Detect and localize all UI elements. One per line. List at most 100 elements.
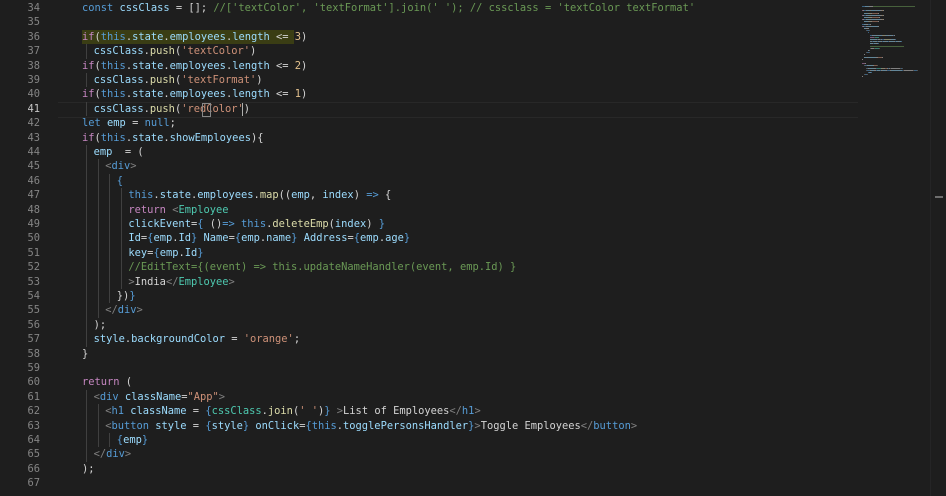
line-number: 44 — [27, 146, 40, 158]
code-token: Employee — [178, 275, 229, 288]
code-token: deleteEmp — [272, 218, 329, 230]
code-line[interactable]: ); — [94, 318, 107, 332]
line-number: 36 — [27, 30, 40, 43]
code-line[interactable]: Id={emp.Id} Name={emp.name} Address={emp… — [128, 231, 410, 245]
code-line[interactable]: <div className="App"> — [94, 390, 225, 404]
code-token: > — [228, 275, 235, 288]
minimap-token — [868, 32, 869, 34]
line-number: 67 — [27, 477, 40, 490]
indent-guide — [97, 188, 99, 203]
code-token: <= — [269, 30, 295, 43]
minimap-token — [862, 76, 863, 78]
code-line[interactable]: if(this.state.employees.length <= 3) — [82, 30, 307, 44]
indent-guide — [97, 202, 99, 217]
minimap-token — [869, 30, 870, 32]
indent-guide — [86, 217, 87, 232]
code-editor[interactable]: 34 35 36 37 38 39 40 41 42 43 44 45 46 47 48 49 50 51 52 53… — [0, 0, 946, 496]
code-token: length — [232, 88, 270, 101]
code-line[interactable]: })} — [117, 289, 136, 303]
code-line[interactable]: return ( — [82, 375, 132, 389]
indent-guide — [120, 188, 122, 203]
code-token: cssClass — [211, 405, 262, 418]
indent-guide — [109, 217, 111, 232]
indent-guide — [109, 188, 111, 203]
minimap-token — [866, 28, 869, 29]
indent-guide — [86, 332, 87, 347]
code-line[interactable]: this.state.employees.map((emp, index) =>… — [128, 188, 391, 202]
line-number: 45 — [27, 160, 40, 173]
indent-guide — [109, 274, 111, 289]
code-line[interactable]: let emp = null; — [82, 116, 176, 130]
indent-guide — [120, 231, 122, 246]
line-number: 57 — [27, 333, 40, 346]
minimap[interactable] — [858, 0, 928, 496]
line-number: 66 — [27, 462, 40, 475]
minimap-token — [871, 25, 878, 27]
code-token: emp — [159, 246, 179, 259]
minimap-token — [894, 34, 895, 36]
indent-guide — [109, 433, 111, 448]
line-number: 38 — [27, 59, 40, 72]
indent-guide — [86, 73, 87, 88]
code-line[interactable]: } — [82, 347, 88, 361]
code-token: if — [82, 30, 95, 43]
code-token: 'redColor' — [181, 102, 244, 115]
code-line[interactable]: cssClass.push('textColor') — [94, 44, 257, 58]
code-token: div — [99, 390, 119, 403]
vertical-scrollbar[interactable] — [930, 0, 946, 496]
code-token: ( — [119, 376, 133, 389]
code-token: cssClass — [93, 102, 144, 115]
code-token: let — [82, 117, 108, 130]
code-token: this — [100, 88, 126, 101]
code-token: } — [378, 218, 385, 230]
code-line[interactable]: return <Employee — [128, 203, 228, 217]
code-line[interactable]: const cssClass = []; //['textColor', 'te… — [82, 1, 695, 15]
code-line[interactable]: { — [117, 174, 123, 188]
code-token: this — [311, 419, 337, 432]
code-token: join — [267, 405, 293, 418]
line-number: 39 — [27, 74, 40, 86]
code-token: Name — [203, 232, 229, 245]
indent-guide — [109, 260, 111, 275]
code-line[interactable]: style.backgroundColor = 'orange'; — [94, 332, 300, 346]
indent-guide — [86, 173, 87, 189]
code-line[interactable]: {emp} — [117, 433, 148, 447]
code-line[interactable]: <div> — [105, 159, 136, 173]
code-token: emp — [123, 434, 142, 446]
code-line[interactable]: cssClass.push('textFormat') — [94, 73, 263, 87]
indent-guide — [109, 231, 111, 246]
code-token: } — [141, 434, 149, 446]
code-line[interactable]: >India</Employee> — [128, 275, 234, 289]
code-line[interactable]: emp = ( — [94, 145, 144, 159]
code-token: employees — [169, 59, 226, 72]
code-token: > — [130, 160, 137, 173]
line-number-gutter[interactable]: 34 35 36 37 38 39 40 41 42 43 44 45 46 47 48 49 50 51 52 53… — [0, 0, 58, 496]
code-line[interactable]: if(this.state.showEmployees){ — [82, 131, 263, 145]
code-line[interactable]: </div> — [94, 447, 132, 461]
code-token: ) — [301, 88, 308, 101]
code-area[interactable]: const cssClass = []; //['textColor', 'te… — [58, 0, 858, 496]
code-line[interactable]: //EditText={(event) => this.updateNameHa… — [128, 260, 516, 274]
code-token: 'textFormat' — [181, 74, 257, 86]
code-line[interactable]: key={emp.Id} — [128, 246, 203, 260]
indent-guide — [97, 159, 99, 174]
code-line[interactable]: <button style = {style} onClick={this.to… — [105, 419, 637, 433]
code-line[interactable]: cssClass.push('redColor') — [94, 102, 250, 116]
code-line[interactable]: <h1 className = {cssClass.join(' ')} >Li… — [105, 404, 481, 418]
indent-guide — [86, 389, 87, 405]
code-token: null — [144, 117, 170, 130]
code-line[interactable]: </div> — [105, 303, 143, 317]
indent-guide — [97, 260, 99, 275]
code-token: India — [134, 275, 166, 288]
minimap-token — [875, 36, 879, 38]
code-line[interactable]: if(this.state.employees.length <= 1) — [82, 87, 307, 101]
code-line[interactable]: clickEvent={ ()=> this.deleteEmp(index) … — [128, 217, 385, 231]
indent-guide — [120, 217, 122, 232]
code-line[interactable]: ); — [82, 462, 95, 476]
line-number: 63 — [27, 419, 40, 432]
minimap-token — [864, 54, 865, 56]
code-token: emp — [241, 232, 260, 245]
code-token: if — [82, 88, 95, 101]
code-token: this — [100, 30, 126, 43]
code-line[interactable]: if(this.state.employees.length <= 2) — [82, 59, 307, 73]
